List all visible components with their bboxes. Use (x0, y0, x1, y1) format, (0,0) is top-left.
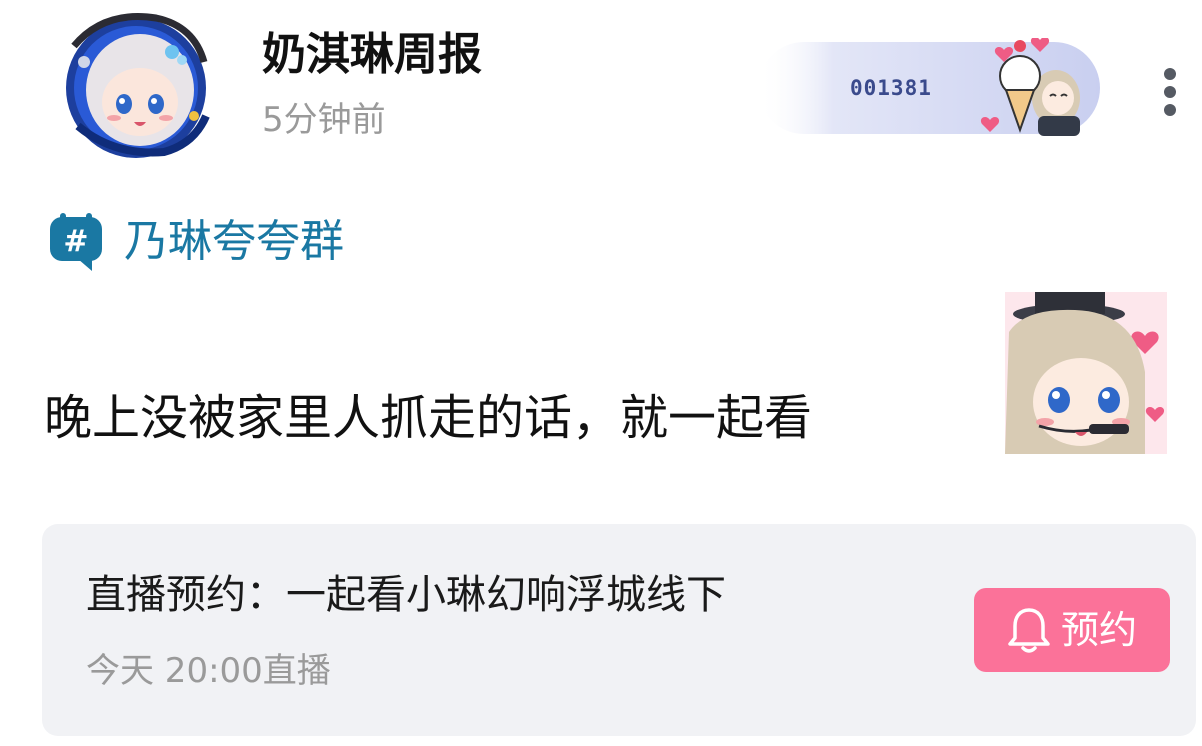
live-time: 今天 20:00直播 (86, 651, 331, 691)
svg-text:#: # (63, 224, 88, 259)
live-reservation-card[interactable]: 直播预约：一起看小琳幻响浮城线下 今天 20:00直播 预约 (42, 524, 1196, 736)
emoji-sticker (1005, 292, 1167, 454)
author-avatar[interactable] (44, 6, 226, 162)
reserve-button-label: 预约 (1060, 608, 1137, 652)
post-time: 5分钟前 (262, 100, 386, 140)
fan-badge-number: 001381 (850, 76, 932, 100)
topic-label: 乃琳夸夸群 (124, 216, 344, 267)
topic-hash-icon: # (50, 213, 102, 271)
more-vertical-icon[interactable] (1150, 62, 1190, 122)
author-name[interactable]: 奶淇琳周报 (262, 28, 482, 82)
dynamic-post: 奶淇琳周报 5分钟前 001381 # 乃琳夸夸群 晚上没被家里人抓走的话，就一… (0, 0, 1202, 746)
bell-icon (1008, 608, 1050, 653)
topic-tag[interactable]: # 乃琳夸夸群 (48, 210, 344, 274)
live-title: 直播预约：一起看小琳幻响浮城线下 (86, 572, 726, 618)
reserve-button[interactable]: 预约 (974, 588, 1170, 672)
post-text: 晚上没被家里人抓走的话，就一起看 (44, 390, 813, 446)
